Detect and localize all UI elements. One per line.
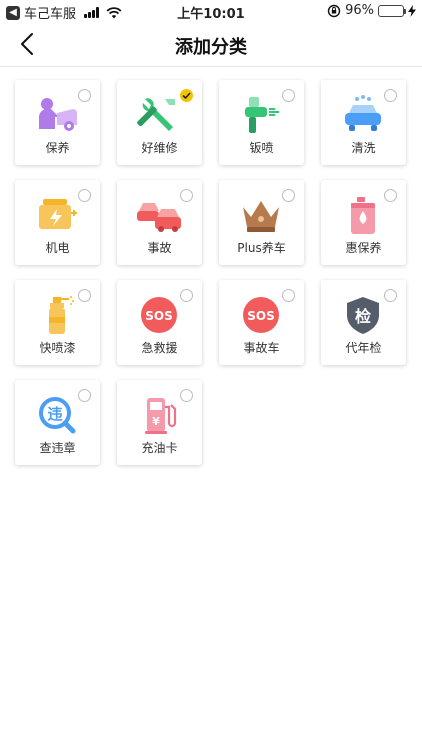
sos-icon: SOS — [141, 297, 177, 333]
select-radio[interactable] — [78, 89, 91, 102]
category-card[interactable]: 钣喷 — [219, 80, 304, 165]
select-radio[interactable] — [78, 389, 91, 402]
category-card[interactable]: ¥ 充油卡 — [117, 380, 202, 465]
spray-gun-icon — [245, 97, 279, 133]
battery-icon — [378, 4, 406, 17]
select-radio[interactable] — [180, 289, 193, 302]
navigation-bar: 添加分类 — [0, 22, 422, 67]
category-card[interactable]: SOS 急救援 — [117, 280, 202, 365]
crown-icon — [243, 201, 279, 232]
inspection-icon-text: 检 — [355, 307, 371, 326]
select-radio[interactable] — [180, 389, 193, 402]
repair-tools-icon — [137, 98, 175, 131]
select-radio[interactable] — [384, 89, 397, 102]
select-radio[interactable] — [78, 189, 91, 202]
category-label: 保养 — [45, 141, 70, 155]
category-card[interactable]: 事故 — [117, 180, 202, 265]
car-wash-icon — [345, 95, 381, 131]
category-label: 清洗 — [351, 141, 376, 155]
battery-percent: 96% — [345, 3, 374, 18]
select-radio[interactable] — [282, 189, 295, 202]
category-card[interactable]: 违 查违章 — [15, 380, 100, 465]
sos-icon: SOS — [243, 297, 279, 333]
category-label: 急救援 — [141, 341, 178, 355]
category-card[interactable]: 检 代年检 — [321, 280, 406, 365]
orientation-lock-icon — [327, 4, 341, 17]
charging-bolt-icon — [408, 4, 416, 17]
category-label: Plus养车 — [237, 241, 286, 255]
inspection-shield-icon: 检 — [347, 297, 379, 334]
category-label: 代年检 — [345, 341, 382, 355]
category-card[interactable]: 好维修 — [117, 80, 202, 165]
select-radio[interactable] — [384, 189, 397, 202]
category-card[interactable]: SOS 事故车 — [219, 280, 304, 365]
category-label: 好维修 — [141, 141, 178, 155]
select-radio[interactable] — [282, 89, 295, 102]
currency-icon-text: ¥ — [152, 415, 160, 428]
oil-can-icon — [351, 197, 375, 234]
category-card[interactable]: 惠保养 — [321, 180, 406, 265]
category-label: 惠保养 — [345, 241, 382, 255]
category-card[interactable]: 快喷漆 — [15, 280, 100, 365]
selected-checkmark-icon[interactable] — [180, 89, 193, 102]
status-right: 96% — [327, 3, 416, 18]
fuel-pump-icon: ¥ — [145, 398, 177, 434]
category-label: 钣喷 — [249, 141, 274, 155]
engine-icon — [39, 199, 77, 229]
sos-icon-text: SOS — [247, 309, 275, 323]
select-radio[interactable] — [78, 289, 91, 302]
spray-bottle-icon — [49, 296, 74, 334]
category-label: 事故 — [147, 241, 172, 255]
category-card[interactable]: Plus养车 — [219, 180, 304, 265]
category-label: 事故车 — [243, 341, 280, 355]
category-label: 充油卡 — [141, 441, 178, 455]
category-label: 快喷漆 — [39, 341, 76, 355]
sos-icon-text: SOS — [145, 309, 173, 323]
category-label: 机电 — [45, 241, 70, 255]
select-radio[interactable] — [384, 289, 397, 302]
violation-search-icon: 违 — [39, 397, 76, 434]
select-radio[interactable] — [282, 289, 295, 302]
category-card[interactable]: 机电 — [15, 180, 100, 265]
car-maintenance-icon — [39, 98, 77, 131]
category-card[interactable]: 保养 — [15, 80, 100, 165]
select-radio[interactable] — [180, 189, 193, 202]
car-accident-icon — [137, 203, 181, 232]
page-title: 添加分类 — [175, 37, 247, 58]
category-label: 查违章 — [39, 441, 76, 455]
status-bar: ◀ 车己车服 上午10:01 96% — [0, 0, 422, 22]
violation-icon-text: 违 — [47, 405, 62, 423]
category-card[interactable]: 清洗 — [321, 80, 406, 165]
